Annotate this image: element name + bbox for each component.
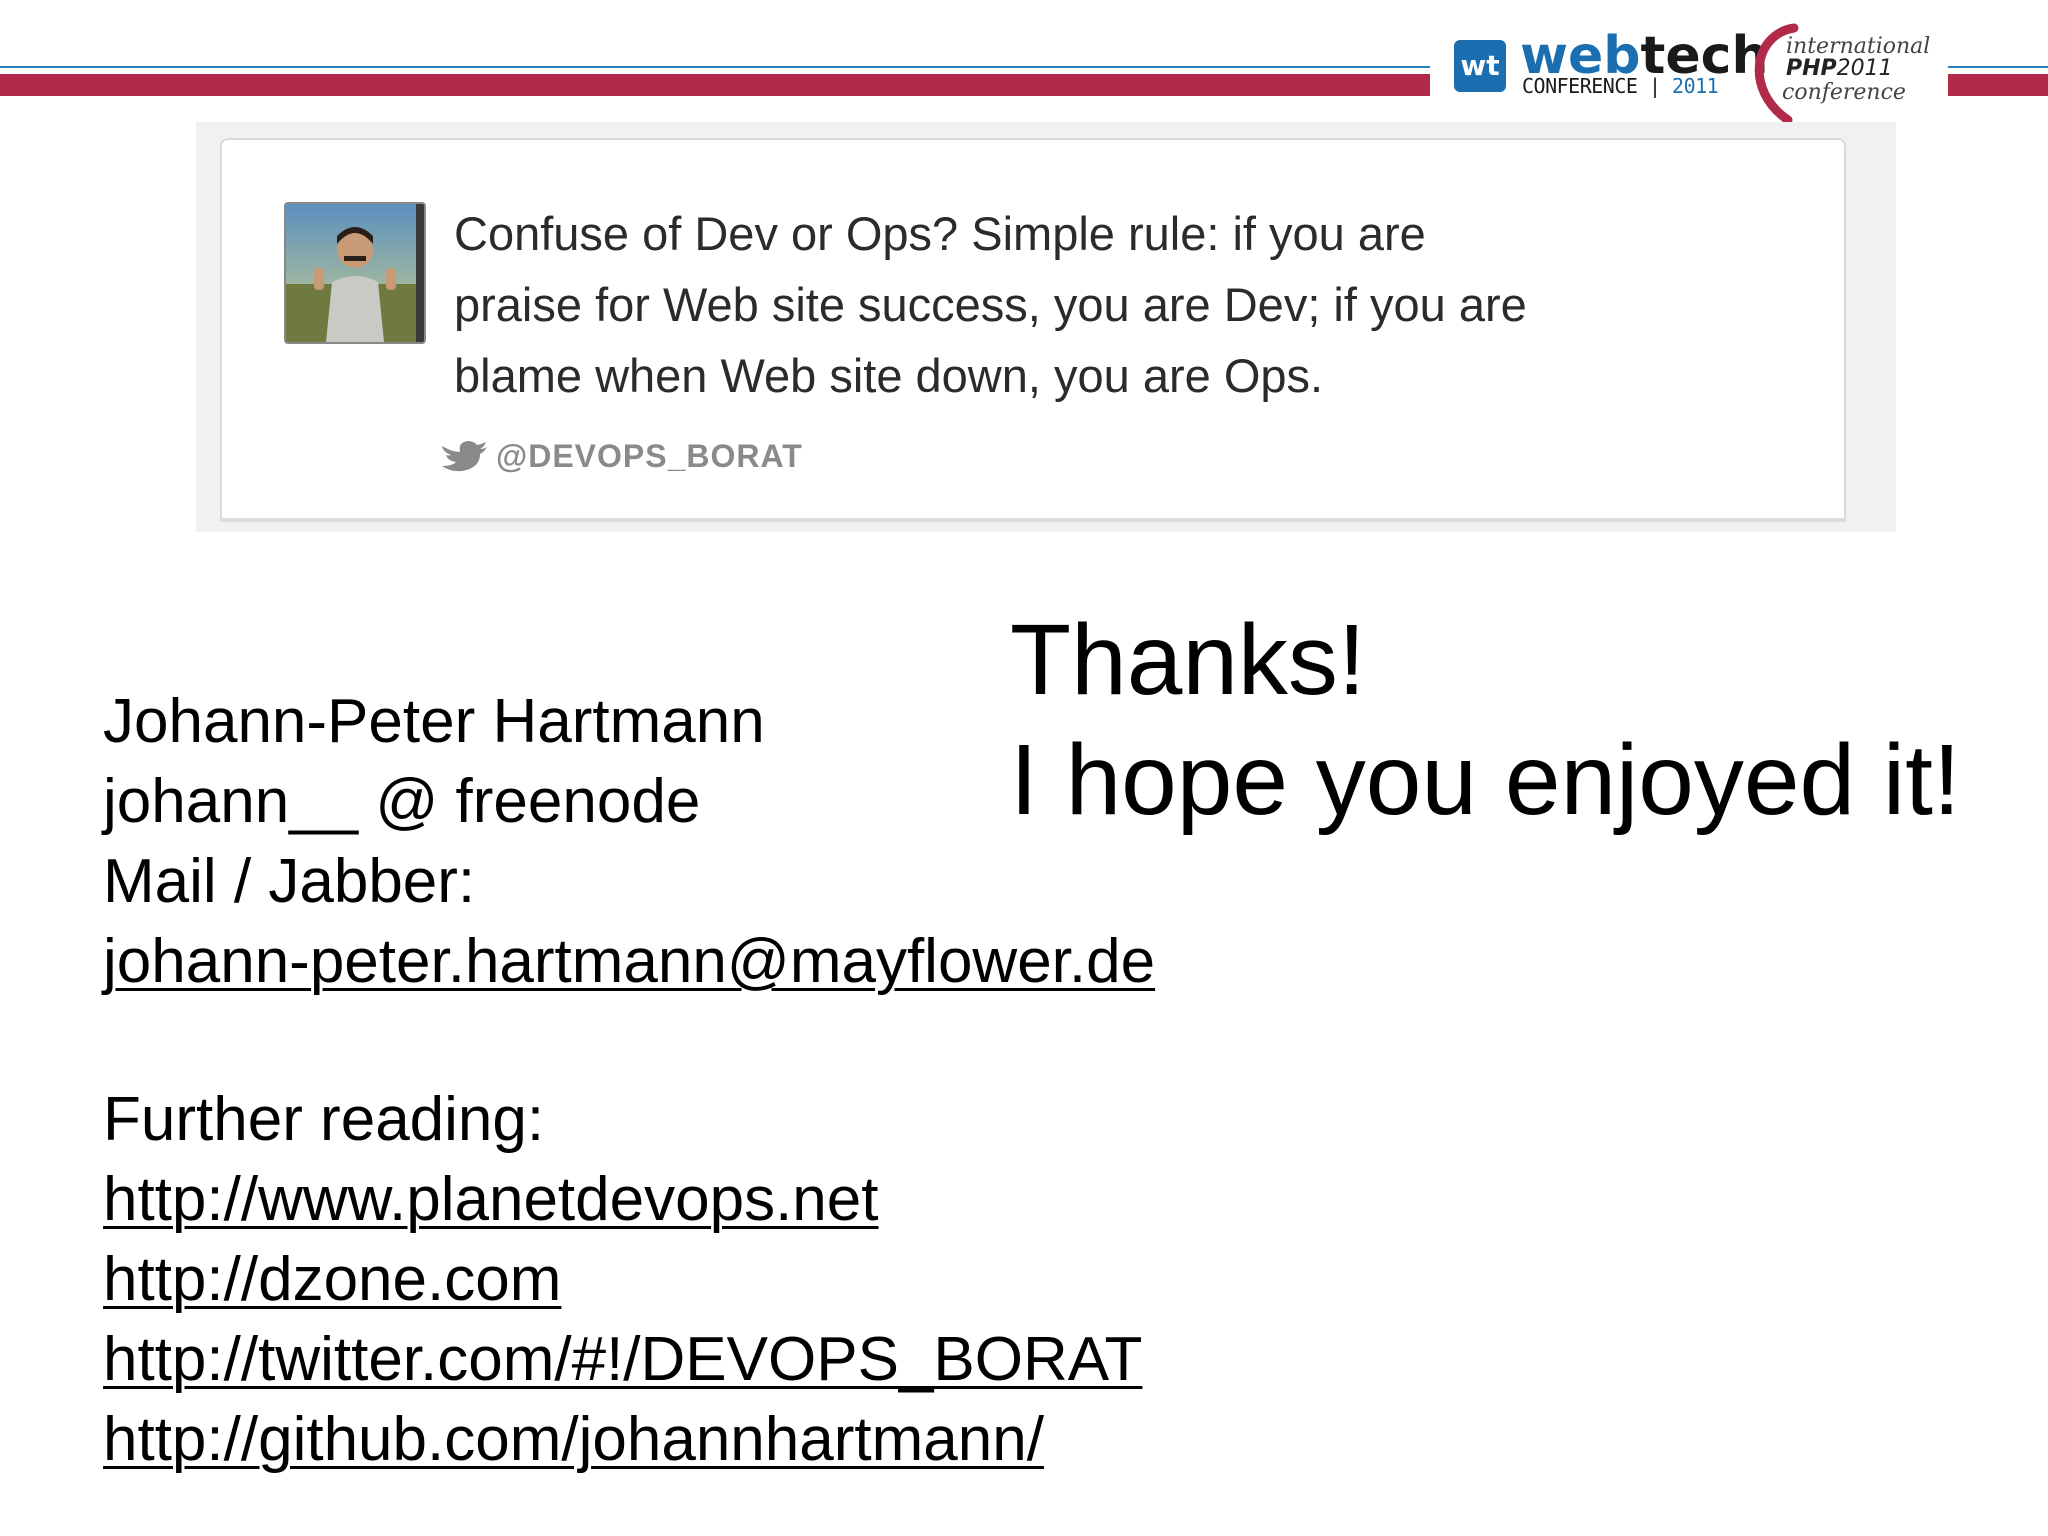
tweet-screenshot: Confuse of Dev or Ops? Simple rule: if y… — [196, 122, 1896, 532]
header-rule-blue-right — [1948, 66, 2048, 68]
php-logo-line2: PHP2011 — [1786, 56, 1893, 81]
tweet-line: blame when Web site down, you are Ops. — [454, 349, 1324, 402]
tweet-text: Confuse of Dev or Ops? Simple rule: if y… — [454, 198, 1754, 411]
header-rule-red-right — [1948, 74, 2048, 96]
header-rule-blue — [0, 66, 1430, 68]
tweet-author: @DEVOPS_BORAT — [440, 436, 803, 476]
email-link[interactable]: johann-peter.hartmann@mayflower.de — [103, 927, 1155, 996]
further-reading-label: Further reading: — [103, 1085, 545, 1154]
webtech-conference-logo: wt webtech CONFERENCE | 2011 — [1454, 28, 1769, 100]
webtech-subtitle: CONFERENCE | 2011 — [1522, 74, 1719, 98]
contact-info: Johann-Peter Hartmann johann__ @ freenod… — [103, 682, 1155, 1002]
tweet-handle[interactable]: @DEVOPS_BORAT — [496, 438, 803, 475]
tweet-line: praise for Web site success, you are Dev… — [454, 278, 1527, 331]
link-planetdevops[interactable]: http://www.planetdevops.net — [103, 1165, 878, 1234]
link-dzone[interactable]: http://dzone.com — [103, 1245, 561, 1314]
speaker-name: Johann-Peter Hartmann — [103, 687, 765, 756]
twitter-bird-icon — [442, 441, 487, 472]
header-rule-red — [0, 74, 1430, 96]
mail-label: Mail / Jabber: — [103, 847, 476, 916]
link-twitter-devops-borat[interactable]: http://twitter.com/#!/DEVOPS_BORAT — [103, 1325, 1142, 1394]
webtech-badge-icon: wt — [1454, 40, 1506, 92]
irc-handle: johann__ @ freenode — [103, 767, 701, 836]
php-conference-logo: international PHP2011 conference — [1744, 20, 1944, 124]
php-logo-line3: conference — [1782, 80, 1906, 105]
tweet-line: Confuse of Dev or Ops? Simple rule: if y… — [454, 207, 1426, 260]
further-reading: Further reading: http://www.planetdevops… — [103, 1080, 1142, 1480]
tweet-card: Confuse of Dev or Ops? Simple rule: if y… — [220, 138, 1846, 522]
link-github[interactable]: http://github.com/johannhartmann/ — [103, 1405, 1044, 1474]
avatar — [284, 202, 426, 344]
tweet-card-bottom-edge — [220, 518, 1846, 522]
